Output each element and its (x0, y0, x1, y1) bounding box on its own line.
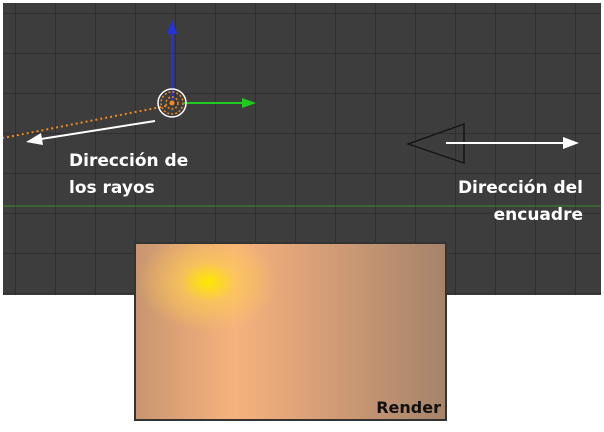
render-label: Render (376, 398, 441, 417)
lamp-direction-line (3, 105, 167, 139)
ray-direction-arrow (26, 120, 156, 145)
x-axis-arrow-icon[interactable] (184, 98, 256, 108)
render-preview: Render (134, 242, 447, 421)
ray-direction-label: Dirección de los rayos (69, 151, 189, 198)
z-axis-arrow-icon[interactable] (167, 20, 177, 100)
frame-direction-label: Dirección del encuadre (457, 178, 583, 225)
frame-direction-arrow (446, 137, 579, 149)
